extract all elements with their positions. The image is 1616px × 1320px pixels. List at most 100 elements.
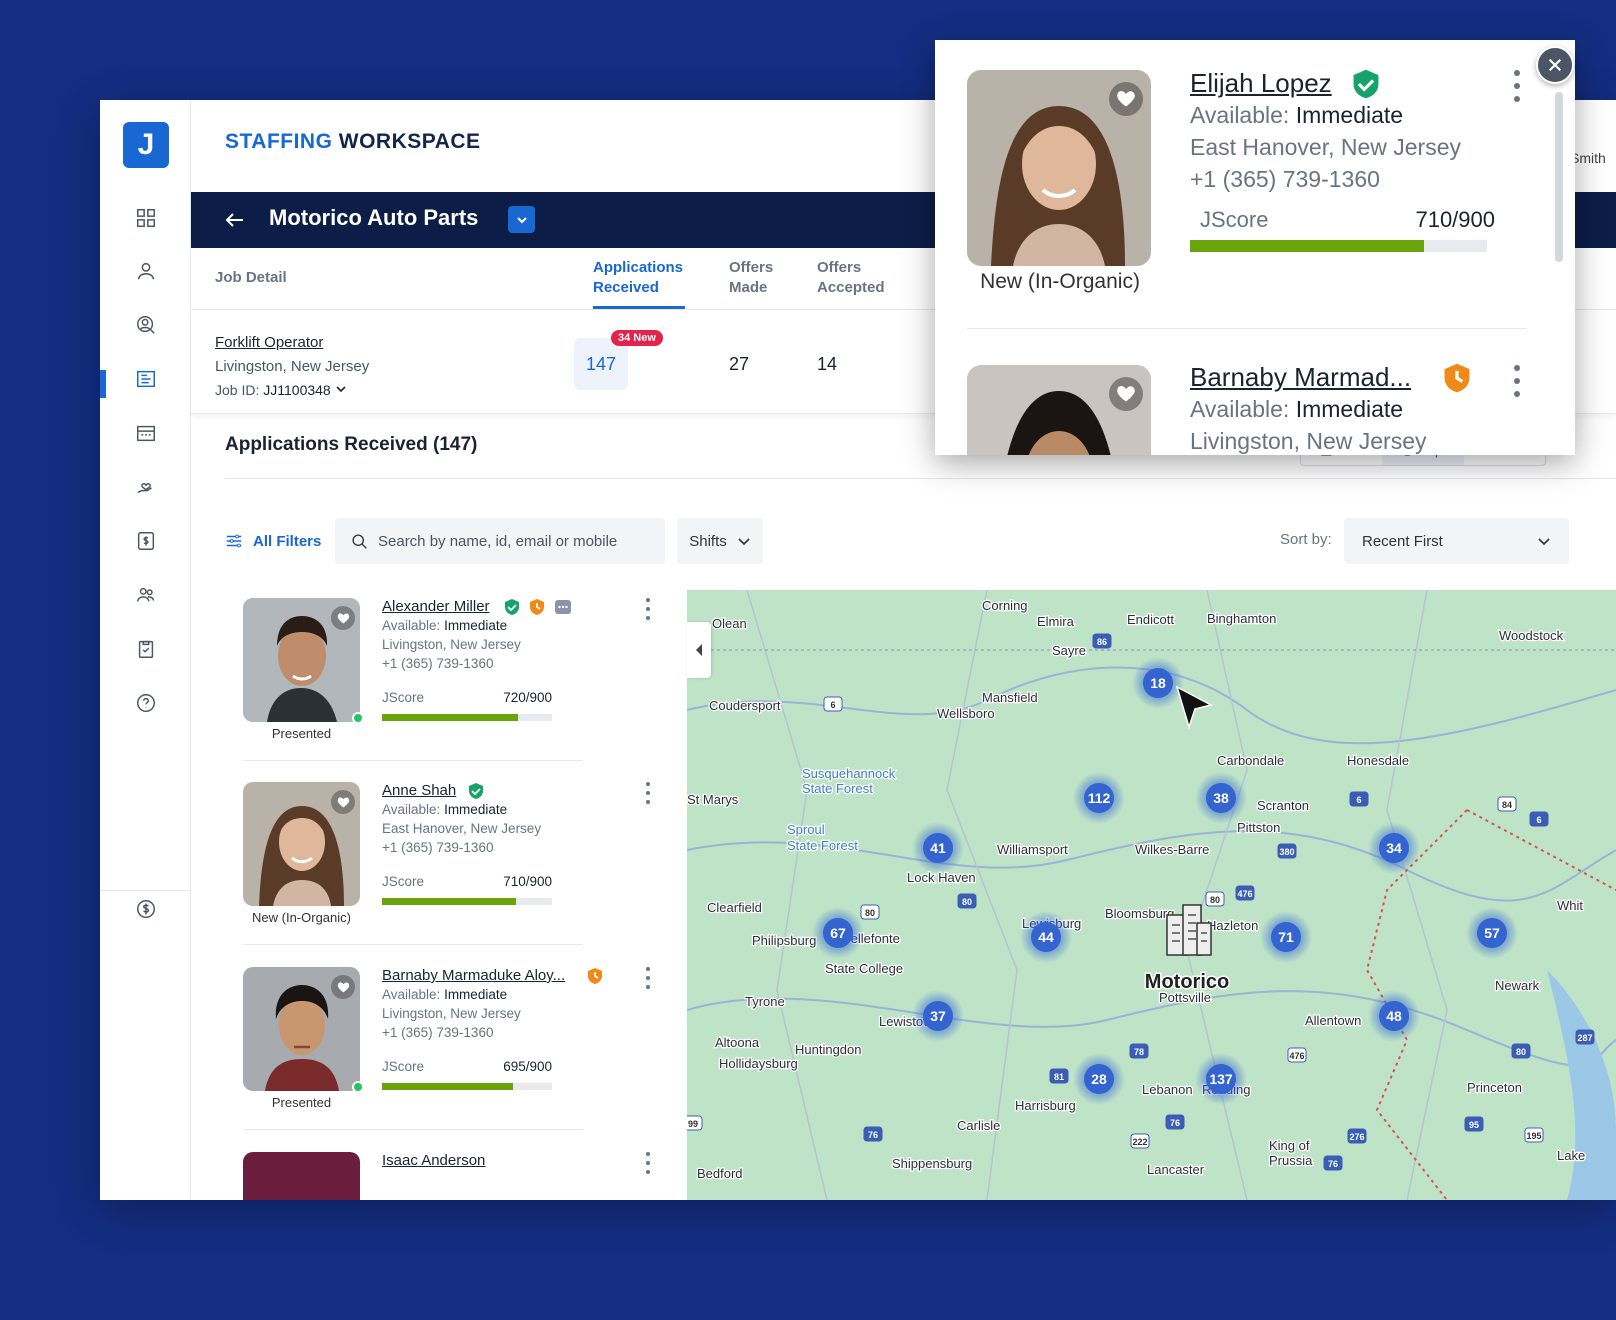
availability-value: Immediate <box>1295 102 1404 128</box>
map-cluster[interactable]: 67 <box>812 907 864 959</box>
candidate-name[interactable]: Isaac Anderson <box>382 1152 485 1169</box>
hand-heart-icon[interactable] <box>133 474 159 500</box>
job-name-link[interactable]: Forklift Operator <box>215 334 323 351</box>
dollar-icon[interactable] <box>133 528 159 554</box>
candidate-card[interactable]: Isaac Anderson <box>240 1152 660 1200</box>
route-shield: 287 <box>1575 1029 1595 1045</box>
candidate-name[interactable]: Alexander Miller <box>382 598 490 615</box>
more-options-button[interactable] <box>643 598 653 620</box>
job-id[interactable]: Job ID: JJ1100348 <box>215 382 347 398</box>
jscore-value: 710/900 <box>503 874 552 889</box>
chevron-down-icon[interactable] <box>508 206 535 233</box>
candidate-photo[interactable] <box>243 967 360 1091</box>
tab-offers-accepted[interactable]: Offers Accepted <box>817 258 885 298</box>
back-arrow-icon[interactable] <box>221 206 249 234</box>
popup-candidate-name[interactable]: Elijah Lopez <box>1190 68 1332 99</box>
jscore-value: 720/900 <box>503 690 552 705</box>
heart-icon[interactable] <box>1109 82 1143 116</box>
heart-icon[interactable] <box>331 606 355 630</box>
popup-candidate-photo[interactable] <box>967 70 1151 266</box>
popup-more-options-button[interactable] <box>1512 365 1522 397</box>
tab-offers-made[interactable]: Offers Made <box>729 258 773 298</box>
offers-made-count[interactable]: 27 <box>729 354 749 375</box>
user-menu[interactable]: Smith <box>1570 150 1606 166</box>
map-cluster[interactable]: 41 <box>912 822 964 874</box>
availability-value: Immediate <box>444 987 508 1002</box>
calendar-icon[interactable] <box>133 420 159 446</box>
grid-icon[interactable] <box>133 205 159 231</box>
more-options-button[interactable] <box>643 782 653 804</box>
candidate-card[interactable]: Presented Alexander Miller Available: Im… <box>240 598 660 773</box>
more-options-button[interactable] <box>643 967 653 989</box>
team-icon[interactable] <box>133 582 159 608</box>
map-place-label: Lake <box>1557 1148 1585 1163</box>
candidate-map[interactable]: Corning Elmira Endicott Binghamton Woodstock… <box>687 590 1616 1200</box>
route-shield: 80 <box>957 893 977 909</box>
more-options-button[interactable] <box>643 1152 653 1174</box>
app-logo[interactable]: J <box>123 122 169 168</box>
map-place-label: Carbondale <box>1217 753 1284 768</box>
candidate-card[interactable]: New (In-Organic) Anne Shah Available: Im… <box>240 782 660 957</box>
candidate-photo[interactable] <box>243 598 360 722</box>
heart-icon[interactable] <box>1109 377 1143 411</box>
route-shield: 76 <box>1165 1114 1185 1130</box>
close-popup-button[interactable] <box>1536 46 1574 84</box>
jscore-bar <box>382 1083 552 1090</box>
popup-scrollbar[interactable] <box>1555 92 1563 262</box>
route-shield-label: 476 <box>1289 1051 1304 1061</box>
offers-accepted-count[interactable]: 14 <box>817 354 837 375</box>
map-cluster[interactable]: 137 <box>1195 1053 1247 1105</box>
map-cluster[interactable]: 44 <box>1020 911 1072 963</box>
map-place-label: Newark <box>1495 978 1540 993</box>
shield-clock-icon <box>530 599 544 615</box>
heart-icon[interactable] <box>331 790 355 814</box>
candidate-name[interactable]: Barnaby Marmaduke Aloy... <box>382 967 565 984</box>
map-collapse-button[interactable] <box>687 622 711 678</box>
map-cluster[interactable]: 28 <box>1073 1053 1125 1105</box>
help-icon[interactable] <box>133 690 159 716</box>
map-cluster[interactable]: 112 <box>1073 772 1125 824</box>
shifts-dropdown[interactable]: Shifts <box>677 518 763 564</box>
search-user-icon[interactable] <box>133 312 159 338</box>
coin-icon[interactable] <box>133 896 159 922</box>
candidate-availability: Available: Immediate <box>382 618 507 633</box>
candidate-name[interactable]: Anne Shah <box>382 782 456 799</box>
card-divider <box>243 760 583 761</box>
map-cluster[interactable]: 71 <box>1260 911 1312 963</box>
map-canvas[interactable]: Corning Elmira Endicott Binghamton Woodstock… <box>687 590 1616 1200</box>
map-cluster[interactable]: 37 <box>912 990 964 1042</box>
job-header-title: Motorico Auto Parts <box>269 205 479 230</box>
heart-icon[interactable] <box>331 975 355 999</box>
user-icon[interactable] <box>133 258 159 284</box>
popup-more-options-button[interactable] <box>1512 70 1522 102</box>
jobs-icon[interactable] <box>133 366 159 392</box>
map-cluster[interactable]: 48 <box>1368 990 1420 1042</box>
chevron-down-icon <box>738 538 750 546</box>
tab-job-detail[interactable]: Job Detail <box>215 268 287 288</box>
candidate-card[interactable]: Presented Barnaby Marmaduke Aloy... Avai… <box>240 967 660 1142</box>
search-input[interactable] <box>378 532 658 550</box>
chevron-down-icon[interactable] <box>335 383 347 395</box>
popup-divider <box>967 328 1527 329</box>
popup-candidate-photo[interactable] <box>967 365 1151 455</box>
candidate-photo[interactable] <box>243 782 360 906</box>
map-cluster[interactable]: 34 <box>1368 822 1420 874</box>
shield-clock-icon <box>588 968 602 984</box>
route-shield-label: 6 <box>830 700 835 710</box>
jscore-bar <box>382 714 552 721</box>
route-shield-label: 80 <box>1516 1047 1526 1057</box>
all-filters-button[interactable]: All Filters <box>225 532 321 550</box>
map-cluster[interactable]: 38 <box>1195 772 1247 824</box>
tab-label: Job Detail <box>215 269 287 286</box>
tab-applications-received[interactable]: Applications Received <box>593 258 683 298</box>
candidate-location: East Hanover, New Jersey <box>382 821 542 836</box>
sort-select[interactable]: Recent First <box>1344 518 1569 564</box>
clipboard-icon[interactable] <box>133 636 159 662</box>
popup-candidate-name[interactable]: Barnaby Marmad... <box>1190 362 1411 393</box>
map-cluster[interactable]: 57 <box>1466 907 1518 959</box>
map-cluster[interactable]: 18 <box>1132 657 1184 709</box>
route-shield: 86 <box>1092 633 1112 649</box>
candidate-photo[interactable] <box>243 1152 360 1200</box>
map-place-label: Binghamton <box>1207 611 1276 626</box>
map-place-label: Lancaster <box>1147 1162 1205 1177</box>
